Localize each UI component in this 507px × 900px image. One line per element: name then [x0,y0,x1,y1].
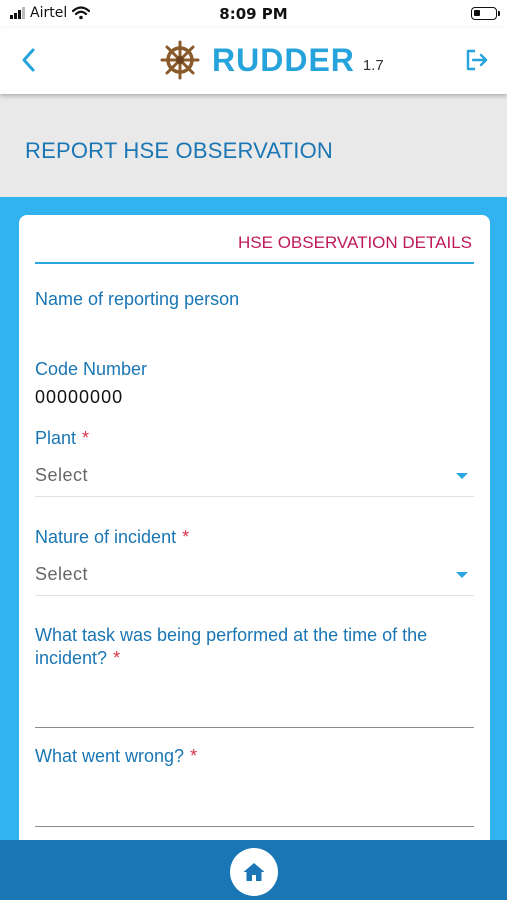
app-header: RUDDER 1.7 [0,28,507,94]
plant-label-text: Plant [35,428,77,448]
plant-select[interactable]: Select [35,461,474,497]
status-time: 8:09 PM [219,5,288,23]
app-name: RUDDER [212,41,355,78]
home-button[interactable] [230,848,278,896]
logout-button[interactable] [461,44,493,76]
section-title: HSE OBSERVATION DETAILS [238,233,472,252]
reporting-person-label: Name of reporting person [35,289,240,309]
task-label: What task was being performed at the tim… [35,624,466,670]
brand-logo: RUDDER 1.7 [160,40,384,80]
page-title-band: REPORT HSE OBSERVATION [0,94,507,197]
section-divider [35,262,474,264]
nature-select-value: Select [35,564,89,584]
task-label-text: What task was being performed at the tim… [35,625,428,668]
code-number-label: Code Number [35,359,148,379]
wrong-label: What went wrong? * [35,745,197,768]
nature-label: Nature of incident * [35,526,189,549]
form-card: HSE OBSERVATION DETAILS Name of reportin… [19,215,490,855]
dropdown-caret-icon [456,473,468,479]
home-icon [243,863,265,881]
logout-icon [466,49,488,71]
required-marker: * [190,746,198,766]
required-marker: * [182,527,190,547]
dropdown-caret-icon [456,572,468,578]
plant-select-value: Select [35,465,89,485]
nature-label-text: Nature of incident [35,527,177,547]
code-number-value: 00000000 [35,387,124,407]
page-title: REPORT HSE OBSERVATION [25,138,333,163]
battery-icon [471,7,500,20]
what-went-wrong-input[interactable] [35,797,474,827]
ship-wheel-icon [160,40,200,80]
required-marker: * [113,648,121,668]
bottom-nav-bar [0,840,507,900]
status-bar: Airtel 8:09 PM [0,0,507,28]
back-chevron-icon [22,48,35,72]
plant-label: Plant * [35,427,89,450]
back-button[interactable] [12,44,44,76]
wrong-label-text: What went wrong? [35,746,185,766]
task-input[interactable] [35,698,474,728]
app-version: 1.7 [362,56,384,74]
nature-select[interactable]: Select [35,560,474,596]
required-marker: * [82,428,90,448]
